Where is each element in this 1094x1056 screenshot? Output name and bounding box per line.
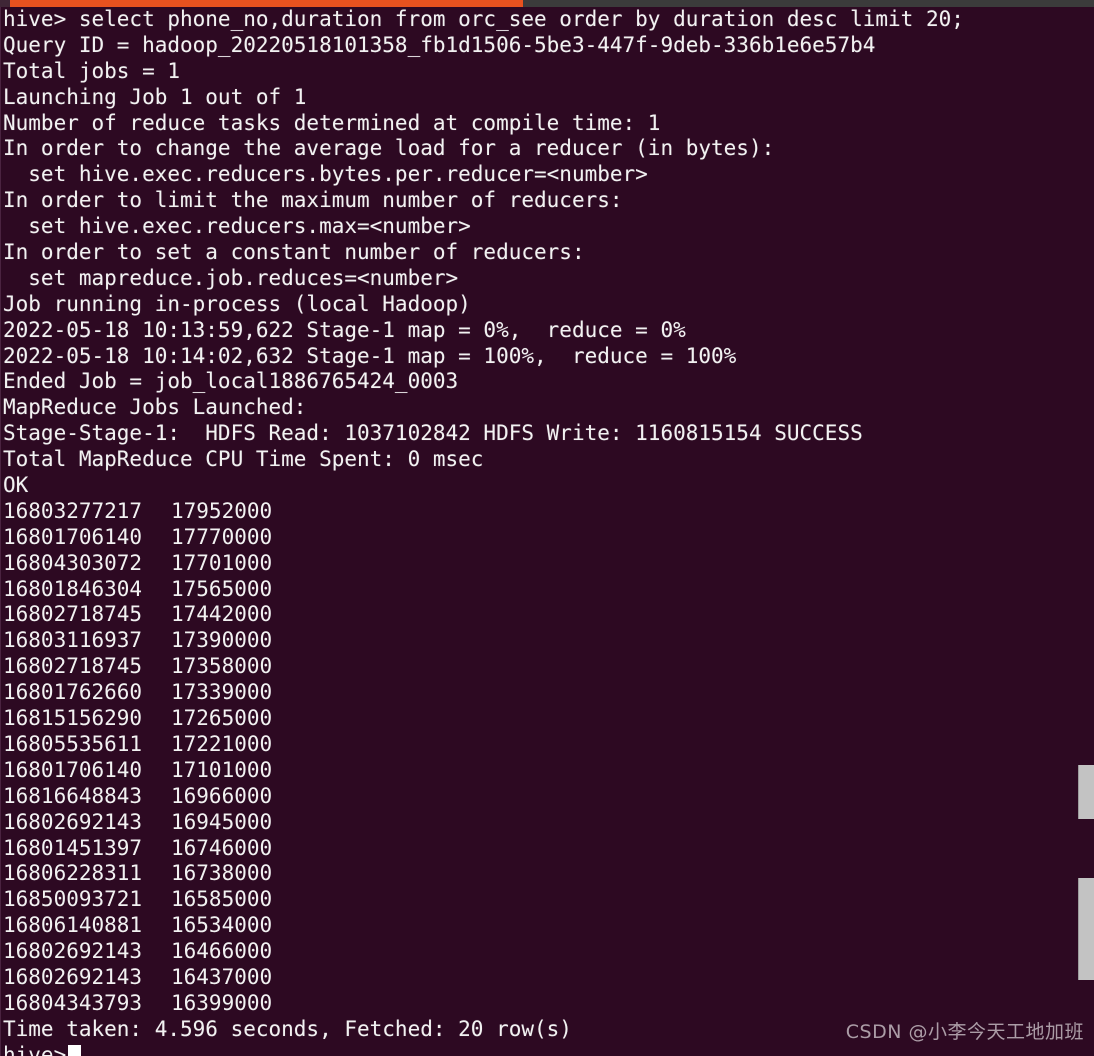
shell-prompt-label: hive> [3,1042,67,1056]
console-line: Number of reduce tasks determined at com… [3,110,661,135]
result-row: 16804303072 17701000 [0,551,1094,577]
result-row: 16801762660 17339000 [0,680,1094,706]
result-cell-duration: 16945000 [171,809,273,834]
result-cell-duration: 17339000 [171,680,273,705]
result-cell-duration: 17265000 [171,706,273,731]
result-cell-phone-no: 16801451397 [3,835,143,860]
result-row: 16805535611 17221000 [0,732,1094,758]
result-cell-phone-no: 16802692143 [3,939,143,964]
console-line: In order to set a constant number of red… [3,240,585,265]
window-title-bar-left-cap [0,0,10,7]
console-line: Query ID = hadoop_20220518101358_fb1d150… [3,32,876,57]
result-cell-phone-no: 16801762660 [3,680,143,705]
result-row: 16801846304 17565000 [0,577,1094,603]
scrollbar-thumb-lower[interactable] [1078,878,1094,980]
result-row: 16806140881 16534000 [0,913,1094,939]
result-cell-duration: 16966000 [171,783,273,808]
result-cell-duration: 17565000 [171,576,273,601]
result-cell-duration: 17770000 [171,524,273,549]
terminal-window: hive> select phone_no,duration from orc_… [0,0,1094,1056]
result-cell-phone-no: 16803116937 [3,628,143,653]
result-cell-phone-no: 16802718745 [3,654,143,679]
console-line: In order to change the average load for … [3,136,775,161]
result-row: 16802718745 17358000 [0,654,1094,680]
result-cell-duration: 16437000 [171,964,273,989]
result-cell-duration: 16738000 [171,861,273,886]
console-line: 2022-05-18 10:13:59,622 Stage-1 map = 0%… [3,317,686,342]
console-line: set hive.exec.reducers.max=<number> [3,214,471,239]
result-row: 16802692143 16437000 [0,965,1094,991]
result-cell-phone-no: 16816648843 [3,783,143,808]
text-cursor [68,1044,82,1056]
result-cell-phone-no: 16815156290 [3,706,143,731]
console-line: Job running in-process (local Hadoop) [3,291,471,316]
result-cell-duration: 16746000 [171,835,273,860]
result-cell-duration: 17952000 [171,498,273,523]
result-cell-phone-no: 16801706140 [3,524,143,549]
result-row: 16806228311 16738000 [0,861,1094,887]
result-cell-duration: 17701000 [171,550,273,575]
result-cell-duration: 16534000 [171,913,273,938]
result-row: 16802692143 16466000 [0,939,1094,965]
result-row: 16801451397 16746000 [0,836,1094,862]
result-cell-phone-no: 16805535611 [3,731,143,756]
console-line: set mapreduce.job.reduces=<number> [3,265,459,290]
console-line: Launching Job 1 out of 1 [3,84,307,109]
shell-prompt-line[interactable]: hive> [0,1043,1094,1056]
result-cell-phone-no: 16802692143 [3,964,143,989]
result-row: 16803116937 17390000 [0,628,1094,654]
result-cell-duration: 16585000 [171,887,273,912]
console-line: In order to limit the maximum number of … [3,188,623,213]
scrollbar-thumb-upper[interactable] [1078,765,1094,819]
result-cell-phone-no: 16801846304 [3,576,143,601]
result-cell-phone-no: 16802692143 [3,809,143,834]
result-cell-phone-no: 16804343793 [3,990,143,1015]
result-cell-phone-no: 16806228311 [3,861,143,886]
result-cell-phone-no: 16802718745 [3,602,143,627]
result-cell-duration: 17358000 [171,654,273,679]
console-line: 2022-05-18 10:14:02,632 Stage-1 map = 10… [3,343,737,368]
result-cell-duration: 17101000 [171,757,273,782]
console-line: Stage-Stage-1: HDFS Read: 1037102842 HDF… [3,421,863,446]
console-line: set hive.exec.reducers.bytes.per.reducer… [3,162,648,187]
result-cell-phone-no: 16801706140 [3,757,143,782]
result-cell-duration: 16399000 [171,990,273,1015]
result-row: 16815156290 17265000 [0,706,1094,732]
result-cell-duration: 17390000 [171,628,273,653]
result-cell-phone-no: 16804303072 [3,550,143,575]
result-row: 16850093721 16585000 [0,887,1094,913]
result-cell-phone-no: 16806140881 [3,913,143,938]
console-line: MapReduce Jobs Launched: [3,395,307,420]
console-line: Ended Job = job_local1886765424_0003 [3,369,459,394]
result-cell-duration: 17221000 [171,731,273,756]
csdn-watermark: CSDN @小李今天工地加班 [845,1021,1084,1043]
console-line: Total jobs = 1 [3,58,181,83]
result-row: 16802692143 16945000 [0,810,1094,836]
result-cell-duration: 16466000 [171,939,273,964]
result-row: 16803277217 17952000 [0,499,1094,525]
result-row: 16802718745 17442000 [0,602,1094,628]
result-cell-phone-no: 16803277217 [3,498,143,523]
result-cell-phone-no: 16850093721 [3,887,143,912]
result-row: 16816648843 16966000 [0,784,1094,810]
terminal-output-area[interactable]: hive> select phone_no,duration from orc_… [0,7,1094,1056]
console-line: Total MapReduce CPU Time Spent: 0 msec [3,447,484,472]
result-row: 16801706140 17101000 [0,758,1094,784]
console-line: hive> select phone_no,duration from orc_… [3,7,964,31]
result-row: 16801706140 17770000 [0,525,1094,551]
result-cell-duration: 17442000 [171,602,273,627]
console-line: OK [3,473,29,498]
result-row: 16804343793 16399000 [0,991,1094,1017]
window-title-bar-accent [10,0,523,7]
